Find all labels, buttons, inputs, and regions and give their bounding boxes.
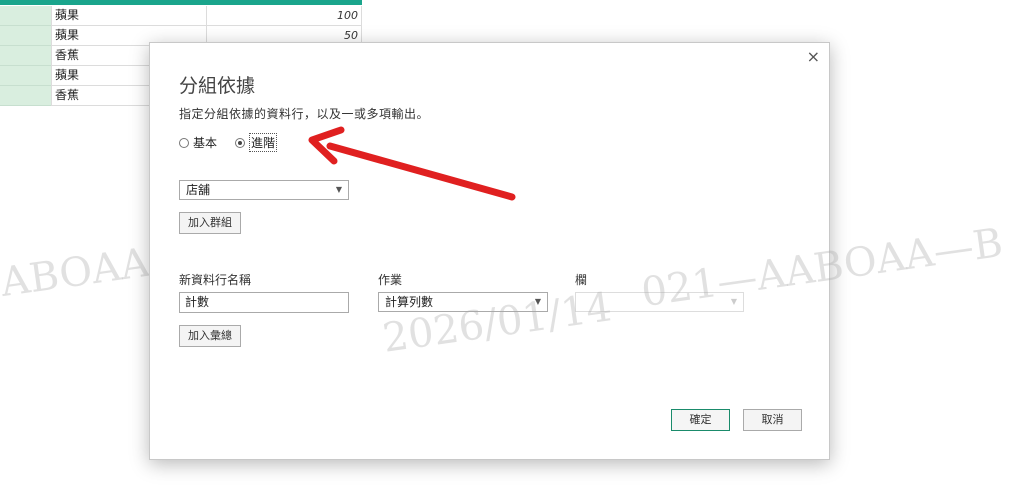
chevron-down-icon: ▼ [534, 297, 541, 306]
group-by-value: 店舖 [186, 183, 211, 197]
column-select: ▼ [575, 292, 744, 312]
close-icon[interactable]: × [807, 49, 820, 65]
column-label: 欄 [575, 273, 588, 287]
cancel-button[interactable]: 取消 [743, 409, 802, 431]
value-cell: 100 [207, 6, 362, 26]
row-header-cell [0, 86, 51, 106]
radio-basic-label[interactable]: 基本 [193, 134, 217, 151]
group-by-dialog: × 分組依據 指定分組依據的資料行，以及一或多項輸出。 基本 進階 店舖 ▼ 加… [149, 42, 830, 460]
radio-basic[interactable] [179, 137, 189, 148]
chevron-down-icon: ▼ [730, 297, 737, 306]
sheet-header-bar [0, 0, 362, 5]
mode-radio-group: 基本 進階 [179, 133, 295, 152]
dialog-title: 分組依據 [179, 75, 256, 97]
add-group-button[interactable]: 加入群組 [179, 212, 241, 234]
radio-advanced-label[interactable]: 進階 [249, 133, 278, 152]
add-aggregation-button[interactable]: 加入彙總 [179, 325, 241, 347]
dialog-description: 指定分組依據的資料行，以及一或多項輸出。 [179, 107, 430, 121]
store-cell: 蘋果 [51, 6, 207, 26]
ok-button[interactable]: 確定 [671, 409, 730, 431]
radio-advanced[interactable] [235, 137, 246, 148]
chevron-down-icon: ▼ [335, 185, 342, 194]
row-header-cell [0, 6, 51, 26]
operation-value: 計算列數 [385, 295, 434, 309]
table-row: 蘋果 100 [0, 6, 362, 26]
row-header-cell [0, 66, 51, 86]
new-column-label: 新資料行名稱 [179, 273, 252, 287]
operation-label: 作業 [378, 273, 403, 287]
group-by-select[interactable]: 店舖 ▼ [179, 180, 349, 200]
operation-select[interactable]: 計算列數 ▼ [378, 292, 548, 312]
row-header-cell [0, 46, 51, 66]
row-header-cell [0, 26, 51, 46]
new-column-name-input[interactable]: 計數 [179, 292, 349, 313]
